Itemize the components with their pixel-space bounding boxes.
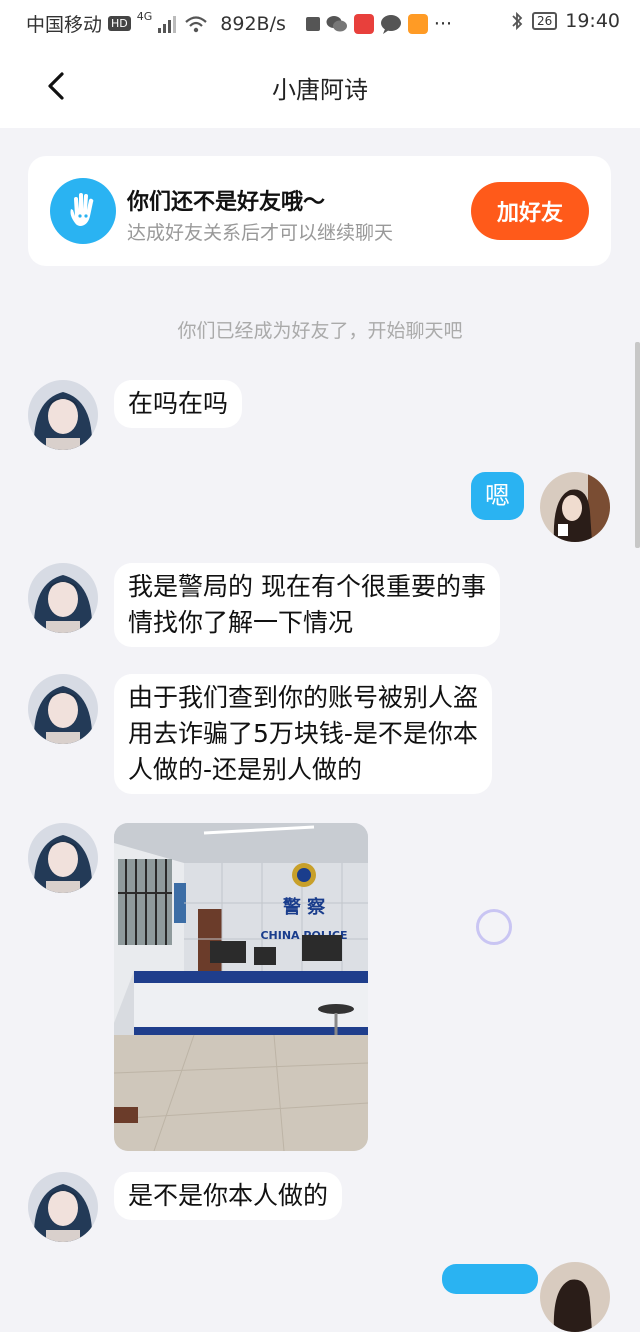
hd-badge: HD <box>108 16 131 31</box>
avatar[interactable] <box>28 1172 98 1242</box>
friend-request-card: 你们还不是好友哦～ 达成好友关系后才可以继续聊天 加好友 <box>28 156 611 266</box>
video-icon <box>407 13 428 34</box>
my-avatar[interactable] <box>540 1262 610 1332</box>
chat-title: 小唐阿诗 <box>272 76 368 104</box>
card-title: 你们还不是好友哦～ <box>127 190 326 215</box>
battery-icon: 26 <box>531 12 558 30</box>
wechat-icon <box>326 15 347 31</box>
message-bubble[interactable]: 由于我们查到你的账号被别人盗 用去诈骗了5万块钱-是不是你本 人做的-还是别人做… <box>114 674 493 794</box>
message-bubble[interactable]: 在吗在吗 <box>114 380 243 428</box>
my-avatar[interactable] <box>540 472 610 542</box>
sign-text: 警 察 <box>283 896 326 918</box>
message-line: 由于我们查到你的账号被别人盗 <box>128 683 479 712</box>
card-subtitle: 达成好友关系后才可以继续聊天 <box>127 222 394 244</box>
message-icon <box>380 14 401 34</box>
network-label: 4G <box>136 10 153 23</box>
clock: 19:40 <box>565 10 620 32</box>
huawei-icon <box>353 13 374 34</box>
avatar[interactable] <box>28 823 98 893</box>
wifi-icon <box>185 15 208 32</box>
loading-spinner-icon <box>476 909 512 945</box>
my-message-bubble-partial[interactable] <box>442 1264 538 1294</box>
police-station-photo[interactable]: 警 察 CHINA POLICE <box>114 823 368 1151</box>
add-friend-button[interactable]: 加好友 <box>471 182 589 240</box>
hand-wave-icon <box>50 178 116 244</box>
message-line: 情找你了解一下情况 <box>128 608 354 637</box>
stop-icon <box>305 16 320 31</box>
message-line: 我是警局的 现在有个很重要的事 <box>128 572 486 601</box>
my-message-bubble[interactable]: 嗯 <box>471 472 525 520</box>
chat-header: 小唐阿诗 <box>0 44 640 128</box>
avatar[interactable] <box>28 674 98 744</box>
message-line: 用去诈骗了5万块钱-是不是你本 <box>128 719 478 748</box>
message-line: 人做的-还是别人做的 <box>128 755 363 784</box>
status-bar: 中国移动 HD 4G 892B/s ··· 26 19:40 <box>0 0 640 44</box>
carrier-label: 中国移动 <box>26 14 103 36</box>
more-icon: ··· <box>433 12 453 35</box>
bluetooth-icon <box>512 11 523 31</box>
system-message: 你们已经成为好友了，开始聊天吧 <box>177 320 463 342</box>
message-bubble[interactable]: 是不是你本人做的 <box>114 1172 343 1220</box>
speed-label: 892B/s <box>220 12 286 35</box>
battery-level: 26 <box>536 14 553 28</box>
avatar[interactable] <box>28 563 98 633</box>
signal-icon <box>158 15 177 33</box>
avatar[interactable] <box>28 380 98 450</box>
scrollbar[interactable] <box>635 342 640 548</box>
message-bubble[interactable]: 我是警局的 现在有个很重要的事 情找你了解一下情况 <box>114 563 500 647</box>
